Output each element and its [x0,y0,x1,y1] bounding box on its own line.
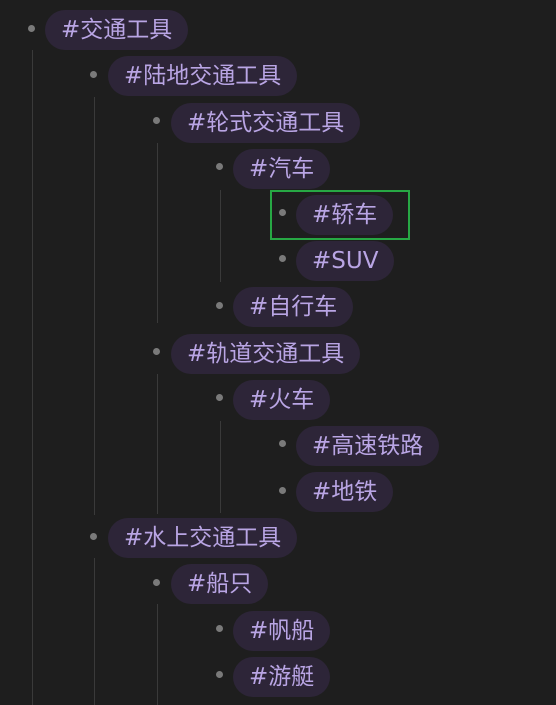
tag-shuishang-jiaotong-gongju[interactable]: #水上交通工具 [108,518,298,558]
indent-guide-train [220,421,221,513]
tag-ludi-jiaotong-gongju[interactable]: #陆地交通工具 [108,56,298,96]
indent-guide-wheeled [157,143,158,323]
tag-guidao-jiaotong-gongju[interactable]: #轨道交通工具 [171,334,361,374]
tag-zixingche[interactable]: #自行车 [233,287,354,327]
tag-chuanzhi[interactable]: #船只 [171,564,269,604]
tag-gaosu-tielu[interactable]: #高速铁路 [296,426,440,466]
tag-jiaoche[interactable]: #轿车 [296,195,394,235]
bullet-icon [279,255,286,262]
tag-qiche[interactable]: #汽车 [233,149,331,189]
bullet-icon [216,302,223,309]
tag-fanchuan[interactable]: #帆船 [233,611,331,651]
tag-suv[interactable]: #SUV [296,241,395,281]
bullet-icon [153,579,160,586]
bullet-icon [216,671,223,678]
tag-ditie[interactable]: #地铁 [296,472,394,512]
bullet-icon [279,487,286,494]
indent-guide-land [94,97,95,515]
tag-tree-view: #交通工具 #陆地交通工具 #轮式交通工具 #汽车 #轿车 #SUV #自行车 … [0,0,556,705]
bullet-icon [279,209,286,216]
bullet-icon [28,25,35,32]
tag-lunshi-jiaotong-gongju[interactable]: #轮式交通工具 [171,103,361,143]
indent-guide-water [94,558,95,705]
bullet-icon [90,533,97,540]
bullet-icon [216,625,223,632]
indent-guide-root [32,50,33,705]
indent-guide-rail [157,374,158,514]
bullet-icon [90,71,97,78]
tag-jiaotong-gongju[interactable]: #交通工具 [45,10,189,50]
tag-youting[interactable]: #游艇 [233,657,331,697]
bullet-icon [216,394,223,401]
indent-guide-car [220,190,221,282]
bullet-icon [153,117,160,124]
bullet-icon [153,348,160,355]
bullet-icon [279,440,286,447]
bullet-icon [216,163,223,170]
indent-guide-ship [157,604,158,705]
tag-huoche[interactable]: #火车 [233,380,331,420]
